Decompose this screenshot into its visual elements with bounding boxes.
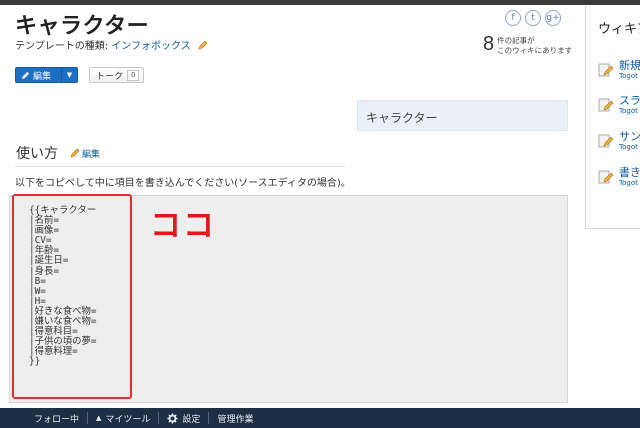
sidebar-item-sub: Togot <box>619 72 638 80</box>
sidebar-item-text: スラ Togot <box>619 95 640 116</box>
talk-button[interactable]: トーク 0 <box>89 67 145 83</box>
infobox-header: キャラクター <box>357 100 568 131</box>
sidebar-item[interactable]: スラ Togot <box>598 95 640 116</box>
facebook-icon[interactable]: f <box>505 10 521 26</box>
sidebar-item[interactable]: 新規 Togot <box>598 60 640 81</box>
code-block[interactable]: {{キャラクター |名前= |画像= |CV= |年齢= |誕生日= |身長= |B= |W= |… <box>9 194 568 403</box>
chevron-up-icon: ▲ <box>96 414 102 422</box>
article-count: 8 件の記事が このウィキにあります <box>483 34 572 56</box>
main-content: キャラクター テンプレートの種類: インフォボックス f t g+ 8 件の記事… <box>0 5 585 408</box>
talk-button-label: トーク <box>96 71 124 82</box>
toolbar-divider <box>158 412 160 424</box>
page-title: キャラクター <box>15 14 150 39</box>
section-divider <box>15 166 345 167</box>
article-count-number: 8 <box>483 33 495 55</box>
mytools-button[interactable]: ▲ マイツール <box>96 408 150 428</box>
article-count-line1: 件の記事が <box>497 36 535 45</box>
talk-count-badge: 0 <box>127 69 140 81</box>
toolbar-divider <box>208 412 210 424</box>
admin-button[interactable]: 管理作業 <box>217 408 253 428</box>
sidebar-item-title: 書き <box>619 166 640 179</box>
edit-button[interactable]: 編集 ▼ <box>15 67 78 83</box>
page-edit-icon <box>598 98 614 112</box>
bottom-toolbar: フォロー中 ▲ マイツール 設定 管理作業 <box>0 408 640 428</box>
sidebar-item[interactable]: サン Togot <box>598 131 640 152</box>
sidebar-item-text: 新規 Togot <box>619 60 640 81</box>
sidebar-item-text: 書き Togot <box>619 167 640 188</box>
follow-button[interactable]: フォロー中 <box>34 408 79 428</box>
google-plus-icon[interactable]: g+ <box>545 10 561 26</box>
social-buttons: f t g+ <box>505 10 561 26</box>
usage-heading-text: 使い方 <box>16 146 58 162</box>
sidebar-item-sub: Togot <box>619 179 638 187</box>
toolbar-divider <box>87 412 89 424</box>
edit-button-label: 編集 <box>33 71 52 82</box>
mytools-label: マイツール <box>105 414 151 425</box>
page-edit-icon <box>598 170 614 184</box>
sidebar-item-title: サン <box>619 130 640 143</box>
admin-label: 管理作業 <box>217 414 254 425</box>
pencil-icon <box>70 148 80 158</box>
gear-icon <box>167 412 178 424</box>
template-type-link[interactable]: インフォボックス <box>111 41 190 52</box>
template-type: テンプレートの種類: インフォボックス <box>15 37 208 52</box>
template-type-label: テンプレートの種類: <box>15 41 109 52</box>
pencil-icon[interactable] <box>198 40 208 50</box>
settings-button[interactable]: 設定 <box>167 408 200 428</box>
twitter-icon[interactable]: t <box>525 10 541 26</box>
sidebar-item-sub: Togot <box>619 143 638 151</box>
sidebar-item-title: 新規 <box>619 59 640 72</box>
pencil-icon <box>21 71 30 79</box>
sidebar-item-sub: Togot <box>619 107 638 115</box>
sidebar-item[interactable]: 書き Togot <box>598 167 640 188</box>
sidebar-item-text: サン Togot <box>619 131 640 152</box>
sidebar: ウィキア 新規 Togot スラ Togot サン Togot <box>585 5 640 229</box>
edit-button-main[interactable]: 編集 <box>16 68 62 82</box>
chevron-down-icon[interactable]: ▼ <box>62 68 77 82</box>
annotation-text: ココ <box>150 208 216 244</box>
usage-section-heading: 使い方 編集 <box>16 143 100 163</box>
section-edit-label: 編集 <box>82 149 101 160</box>
page-edit-icon <box>598 134 614 148</box>
settings-label: 設定 <box>182 414 201 425</box>
section-edit-link[interactable]: 編集 <box>70 147 100 160</box>
sidebar-title: ウィキア <box>598 22 640 37</box>
article-count-line2: このウィキにあります <box>497 46 573 55</box>
highlight-box <box>12 194 132 399</box>
follow-label: フォロー中 <box>34 414 80 425</box>
page-edit-icon <box>598 63 614 77</box>
usage-instruction: 以下をコピペして中に項目を書き込んでください(ソースエディタの場合)。 <box>15 178 351 189</box>
article-count-text: 件の記事が このウィキにあります <box>497 36 572 56</box>
sidebar-item-title: スラ <box>619 94 640 107</box>
